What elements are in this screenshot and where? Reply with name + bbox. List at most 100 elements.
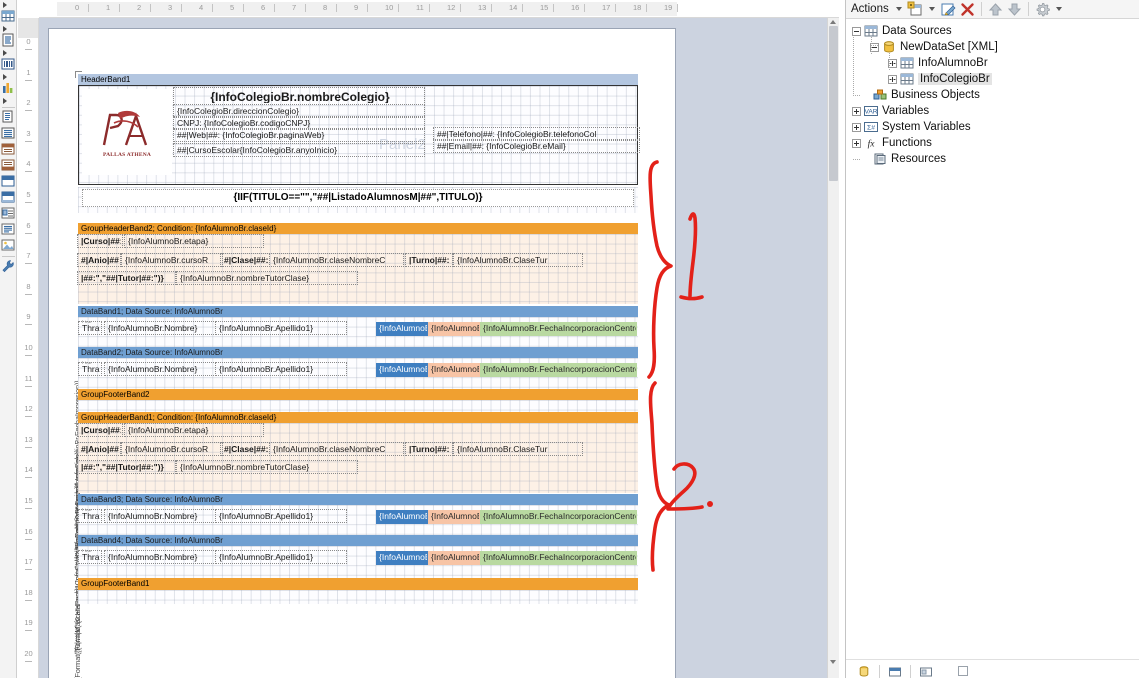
status-table-item[interactable] bbox=[889, 664, 901, 678]
expander-plus-icon[interactable] bbox=[852, 122, 861, 132]
db4-cell-blue[interactable]: {InfoAlumnoBr. bbox=[376, 551, 428, 565]
settings-button[interactable] bbox=[1034, 1, 1051, 18]
db3-nombre-field[interactable]: {InfoAlumnoBr.Nombre} bbox=[104, 509, 216, 523]
db2-cell-blue[interactable]: {InfoAlumnoBr. bbox=[376, 363, 428, 377]
logo-container[interactable]: PALLAS ATHENA bbox=[82, 89, 172, 175]
vertical-ruler[interactable]: 0 1 2 3 4 5 6 7 8 9 10 11 12 13 14 15 16 17 18 19 20 bbox=[18, 18, 39, 678]
status-dataset-item[interactable] bbox=[858, 664, 870, 678]
headerband1-body[interactable]: Panel2 PALLAS ATHENA {InfoColegioBr.nomb… bbox=[78, 85, 640, 185]
databand2-body[interactable]: Line Thra {InfoAlumnoBr.Nombre} {InfoAlu… bbox=[78, 358, 638, 390]
db2-cell-green[interactable]: {InfoAlumnoBr.FechaIncorporacionCentro.T bbox=[480, 363, 637, 377]
toolbox-scroll-up-arrow[interactable] bbox=[1, 1, 16, 8]
databand1-body[interactable]: Line Thra {InfoAlumnoBr.Nombre} {InfoAlu… bbox=[78, 317, 638, 349]
db4-cell-green[interactable]: {InfoAlumnoBr.FechaIncorporacionCentro.T bbox=[480, 551, 637, 565]
band-header-databand2[interactable]: DataBand2; Data Source: InfoAlumnoBr bbox=[78, 347, 638, 358]
db3-cell-green[interactable]: {InfoAlumnoBr.FechaIncorporacionCentro.T bbox=[480, 510, 637, 524]
db2-apellido-field[interactable]: {InfoAlumnoBr.Apellido1} bbox=[215, 362, 347, 376]
tree-item-variables[interactable]: VAR Variables bbox=[850, 103, 1139, 119]
gh1-anio-value[interactable]: {InfoAlumnoBr.cursoR bbox=[121, 442, 223, 456]
image-tool-button[interactable] bbox=[1, 238, 16, 253]
gh2-turno-label[interactable]: |Turno|##: bbox=[405, 253, 453, 267]
db1-row-label[interactable]: Thra bbox=[78, 321, 102, 335]
new-item-dropdown-chevron-down-icon[interactable] bbox=[928, 7, 935, 11]
expander-minus-icon[interactable] bbox=[852, 26, 861, 36]
wrench-tool-button[interactable] bbox=[1, 259, 16, 274]
scroll-down-button[interactable] bbox=[829, 658, 838, 667]
gh1-turno-value[interactable]: {InfoAlumnoBr.ClaseTur bbox=[453, 442, 583, 456]
rich-text-tool-dropdown[interactable] bbox=[1, 49, 16, 56]
db4-nombre-field[interactable]: {InfoAlumnoBr.Nombre} bbox=[104, 550, 216, 564]
db4-apellido-field[interactable]: {InfoAlumnoBr.Apellido1} bbox=[215, 550, 347, 564]
gh2-clase-label[interactable]: #|Clase|##: bbox=[220, 253, 270, 267]
db1-nombre-field[interactable]: {InfoAlumnoBr.Nombre} bbox=[104, 321, 216, 335]
db2-cell-peach[interactable]: {InfoAlumnoBr.m bbox=[428, 363, 480, 377]
db3-cell-peach[interactable]: {InfoAlumnoBr.m bbox=[428, 510, 480, 524]
panel-tool-button[interactable] bbox=[1, 174, 16, 189]
delete-button[interactable] bbox=[959, 1, 976, 18]
band-header-groupfooterband2[interactable]: GroupFooterBand2 bbox=[78, 389, 638, 400]
gh2-tutor-label[interactable]: |##:","##|Tutor|##:")} bbox=[77, 271, 176, 285]
db2-nombre-field[interactable]: {InfoAlumnoBr.Nombre} bbox=[104, 362, 216, 376]
gh1-tutor-value[interactable]: {InfoAlumnoBr.nombreTutorClase} bbox=[176, 460, 358, 474]
gh2-curso-label[interactable]: |Curso|##: bbox=[77, 234, 123, 248]
field-direccion-colegio[interactable]: {InfoColegioBr.direccionColegio} bbox=[173, 104, 425, 118]
text-tool-button[interactable] bbox=[1, 222, 16, 237]
databand4-body[interactable]: Line Thra {InfoAlumnoBr.Nombre} {InfoAlu… bbox=[78, 546, 638, 578]
subreport-tool-button[interactable] bbox=[1, 110, 16, 125]
band-header-databand3[interactable]: DataBand3; Data Source: InfoAlumnoBr bbox=[78, 494, 638, 505]
band-header-databand1[interactable]: DataBand1; Data Source: InfoAlumnoBr bbox=[78, 306, 638, 317]
db3-apellido-field[interactable]: {InfoAlumnoBr.Apellido1} bbox=[215, 509, 347, 523]
db1-apellido-field[interactable]: {InfoAlumnoBr.Apellido1} bbox=[215, 321, 347, 335]
barcode-tool-dropdown[interactable] bbox=[1, 73, 16, 80]
gh2-anio-label[interactable]: #|Anio|##: bbox=[77, 253, 121, 267]
chart-tool-dropdown[interactable] bbox=[1, 97, 16, 104]
gh1-clase-value[interactable]: {InfoAlumnoBr.claseNombreC bbox=[269, 442, 404, 456]
field-cnpj[interactable]: CNPJ: {InfoColegioBr.codigoCNPJ} bbox=[173, 116, 425, 130]
db2-row-label[interactable]: Thra bbox=[78, 362, 102, 376]
gh1-curso-value[interactable]: {InfoAlumnoBr.etapa} bbox=[124, 423, 264, 437]
new-item-button[interactable] bbox=[907, 1, 924, 18]
move-down-button[interactable] bbox=[1006, 1, 1023, 18]
title-band-area[interactable]: {IIF(TITULO=="","##|ListadoAlumnosM|##",… bbox=[78, 187, 638, 213]
band-header-groupheaderband2[interactable]: GroupHeaderBand2; Condition: {InfoAlumno… bbox=[78, 223, 638, 234]
chart-tool-button[interactable] bbox=[1, 81, 16, 96]
band-header-groupfooterband1[interactable]: GroupFooterBand1 bbox=[78, 578, 638, 590]
db1-cell-blue[interactable]: {InfoAlumnoBr. bbox=[376, 322, 428, 336]
edit-button[interactable] bbox=[940, 1, 957, 18]
band-header-groupheaderband1[interactable]: GroupHeaderBand1; Condition: {InfoAlumno… bbox=[78, 412, 638, 423]
group-header-tool-button[interactable] bbox=[1, 206, 16, 221]
data-band-tool-button[interactable] bbox=[1, 126, 16, 141]
gh1-turno-label[interactable]: |Turno|##: bbox=[405, 442, 453, 456]
db3-cell-blue[interactable]: {InfoAlumnoBr. bbox=[376, 510, 428, 524]
tree-item-business-objects[interactable]: Business Objects bbox=[850, 87, 1139, 103]
groupheaderband1-body[interactable]: |Curso|##: {InfoAlumnoBr.etapa} #|Anio|#… bbox=[77, 423, 638, 493]
field-curso-escolar[interactable]: ##|CursoEscolar{InfoColegioBr.anyoInicio… bbox=[173, 143, 425, 157]
band-header-headerband1[interactable]: HeaderBand1 bbox=[78, 74, 638, 85]
band-header-databand4[interactable]: DataBand4; Data Source: InfoAlumnoBr bbox=[78, 535, 638, 546]
gh2-curso-value[interactable]: {InfoAlumnoBr.etapa} bbox=[124, 234, 264, 248]
scrollbar-thumb[interactable] bbox=[829, 26, 838, 181]
data-dictionary-tree[interactable]: Data Sources NewDataSet [XML] InfoAlumno… bbox=[846, 19, 1139, 659]
db3-row-label[interactable]: Thra bbox=[78, 509, 102, 523]
design-surface-scrollbar[interactable] bbox=[827, 18, 839, 678]
gh1-curso-label[interactable]: |Curso|##: bbox=[77, 423, 123, 437]
expander-plus-icon[interactable] bbox=[852, 138, 861, 148]
db4-row-label[interactable]: Thra bbox=[78, 550, 102, 564]
status-report-item[interactable] bbox=[920, 664, 932, 678]
tree-item-newdataset[interactable]: NewDataSet [XML] bbox=[850, 39, 1139, 55]
gh2-anio-value[interactable]: {InfoAlumnoBr.cursoR bbox=[121, 253, 223, 267]
footer-band-tool-button[interactable] bbox=[1, 158, 16, 173]
groupheaderband2-body[interactable]: |Curso|##: {InfoAlumnoBr.etapa} #|Anio|#… bbox=[77, 234, 638, 304]
field-email[interactable]: ##|Email|##: {InfoColegioBr.eMail} bbox=[433, 139, 640, 153]
field-telefono[interactable]: ##|Telefono|##: {InfoColegioBr.telefonoC… bbox=[433, 127, 640, 141]
tree-item-functions[interactable]: fx Functions bbox=[850, 135, 1139, 151]
settings-dropdown-chevron-down-icon[interactable] bbox=[1055, 7, 1062, 11]
databand3-body[interactable]: Line Thra {InfoAlumnoBr.Nombre} {InfoAlu… bbox=[78, 505, 638, 537]
horizontal-ruler[interactable]: 0 1 2 3 4 5 6 7 8 9 10 11 12 13 14 15 16 17 18 19 bbox=[39, 0, 839, 18]
table-tool-button[interactable] bbox=[1, 9, 16, 24]
gh2-tutor-value[interactable]: {InfoAlumnoBr.nombreTutorClase} bbox=[176, 271, 358, 285]
gh1-tutor-label[interactable]: |##:","##|Tutor|##:")} bbox=[77, 460, 176, 474]
gh1-anio-label[interactable]: #|Anio|##: bbox=[77, 442, 121, 456]
gh1-clase-label[interactable]: #|Clase|##: bbox=[220, 442, 270, 456]
design-surface[interactable]: ##{Format("{0:HH:mm}", InfoColegioBr.Fec… bbox=[39, 18, 839, 678]
